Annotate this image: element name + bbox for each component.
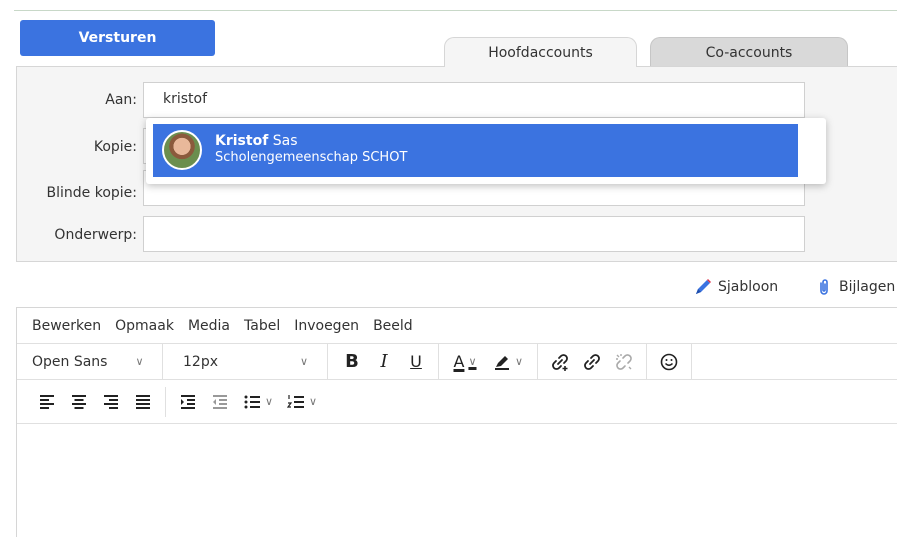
- toolbar-separator: [537, 343, 538, 380]
- align-left-icon: [40, 394, 54, 409]
- align-left-button[interactable]: [31, 386, 63, 418]
- template-label: Sjabloon: [718, 279, 779, 295]
- underline-button[interactable]: U: [400, 346, 432, 378]
- smiley-icon: [660, 353, 678, 370]
- recipient-suggestions: Kristof Sas Scholengemeenschap SCHOT: [146, 118, 826, 184]
- avatar: [162, 130, 202, 170]
- to-input[interactable]: kristof: [143, 82, 805, 118]
- subject-input[interactable]: [143, 216, 805, 252]
- menu-view[interactable]: Beeld: [373, 318, 413, 334]
- menu-format[interactable]: Opmaak: [115, 318, 174, 334]
- tab-hoofdaccounts-label: Hoofdaccounts: [488, 44, 593, 61]
- bullet-list-icon: [244, 395, 260, 408]
- send-button[interactable]: Versturen: [20, 20, 215, 56]
- menu-media[interactable]: Media: [188, 318, 230, 334]
- chevron-down-icon: ∨: [135, 355, 144, 368]
- toolbar-separator: [165, 386, 166, 417]
- suggestion-item[interactable]: Kristof Sas Scholengemeenschap SCHOT: [153, 124, 798, 177]
- toolbar-separator: [646, 343, 647, 380]
- toolbar-separator: [438, 343, 439, 380]
- font-family-select[interactable]: Open Sans ∨: [17, 343, 163, 380]
- italic-icon: I: [380, 351, 388, 372]
- bold-button[interactable]: B: [336, 346, 368, 378]
- numbered-list-icon: [286, 394, 304, 408]
- highlighter-icon: [494, 355, 509, 370]
- to-label: Aan:: [105, 92, 137, 108]
- highlight-color-button[interactable]: ∨: [485, 346, 531, 378]
- outdent-icon: [213, 394, 227, 409]
- align-right-button[interactable]: [95, 386, 127, 418]
- pencil-icon: [696, 279, 711, 294]
- suggestion-organisation: Scholengemeenschap SCHOT: [215, 150, 408, 165]
- unlink-icon: [616, 353, 632, 370]
- bcc-label: Blinde kopie:: [46, 185, 138, 201]
- link-plus-icon: [552, 353, 568, 371]
- text-color-button[interactable]: A ∨: [445, 346, 485, 378]
- paperclip-icon: [820, 279, 828, 295]
- menu-edit[interactable]: Bewerken: [32, 318, 101, 334]
- font-size-select[interactable]: 12px ∨: [163, 343, 328, 380]
- bullet-list-button[interactable]: ∨: [236, 386, 280, 418]
- chevron-down-icon: ∨: [514, 355, 524, 368]
- editor-toolbar-format: Open Sans ∨ 12px ∨ B I U A ∨ ∨: [17, 343, 897, 380]
- align-justify-icon: [136, 394, 150, 409]
- template-button[interactable]: Sjabloon: [694, 278, 778, 296]
- font-family-value: Open Sans: [32, 353, 108, 370]
- underline-icon: U: [410, 352, 422, 371]
- editor-menubar: Bewerken Opmaak Media Tabel Invoegen Bee…: [17, 308, 897, 344]
- cc-label: Kopie:: [93, 139, 137, 155]
- rich-text-editor: Bewerken Opmaak Media Tabel Invoegen Bee…: [16, 307, 897, 537]
- align-right-icon: [104, 394, 118, 409]
- suggestion-last-name: Sas: [268, 133, 298, 149]
- tab-hoofdaccounts[interactable]: Hoofdaccounts: [444, 37, 637, 67]
- unlink-button[interactable]: [608, 346, 640, 378]
- align-justify-button[interactable]: [127, 386, 159, 418]
- suggestion-name: Kristof Sas: [215, 133, 298, 149]
- chevron-down-icon: ∨: [300, 355, 309, 368]
- numbered-list-button[interactable]: ∨: [280, 386, 324, 418]
- align-center-button[interactable]: [63, 386, 95, 418]
- toolbar-separator: [691, 343, 692, 380]
- bold-icon: B: [345, 351, 359, 372]
- align-center-icon: [72, 394, 86, 409]
- menu-insert[interactable]: Invoegen: [294, 318, 359, 334]
- link-icon: [584, 353, 600, 370]
- top-divider: [14, 10, 897, 11]
- text-color-icon: A: [453, 352, 465, 371]
- italic-button[interactable]: I: [368, 346, 400, 378]
- suggestion-first-name: Kristof: [215, 133, 269, 149]
- chevron-down-icon: ∨: [468, 355, 477, 368]
- indent-button[interactable]: [172, 386, 204, 418]
- chevron-down-icon: ∨: [308, 395, 318, 408]
- menu-table[interactable]: Tabel: [244, 318, 280, 334]
- edit-link-button[interactable]: [576, 346, 608, 378]
- font-size-value: 12px: [183, 353, 218, 370]
- attachments-label: Bijlagen: [839, 279, 896, 295]
- chevron-down-icon: ∨: [264, 395, 274, 408]
- indent-icon: [181, 394, 195, 409]
- subject-label: Onderwerp:: [54, 227, 137, 243]
- editor-content-area[interactable]: [17, 424, 897, 537]
- tab-co-accounts[interactable]: Co-accounts: [650, 37, 848, 67]
- attachments-button[interactable]: Bijlagen: [815, 278, 895, 296]
- editor-toolbar-paragraph: ∨ ∨: [17, 380, 897, 424]
- tab-co-accounts-label: Co-accounts: [705, 44, 793, 61]
- outdent-button[interactable]: [204, 386, 236, 418]
- insert-link-button[interactable]: [544, 346, 576, 378]
- emoji-button[interactable]: [653, 346, 685, 378]
